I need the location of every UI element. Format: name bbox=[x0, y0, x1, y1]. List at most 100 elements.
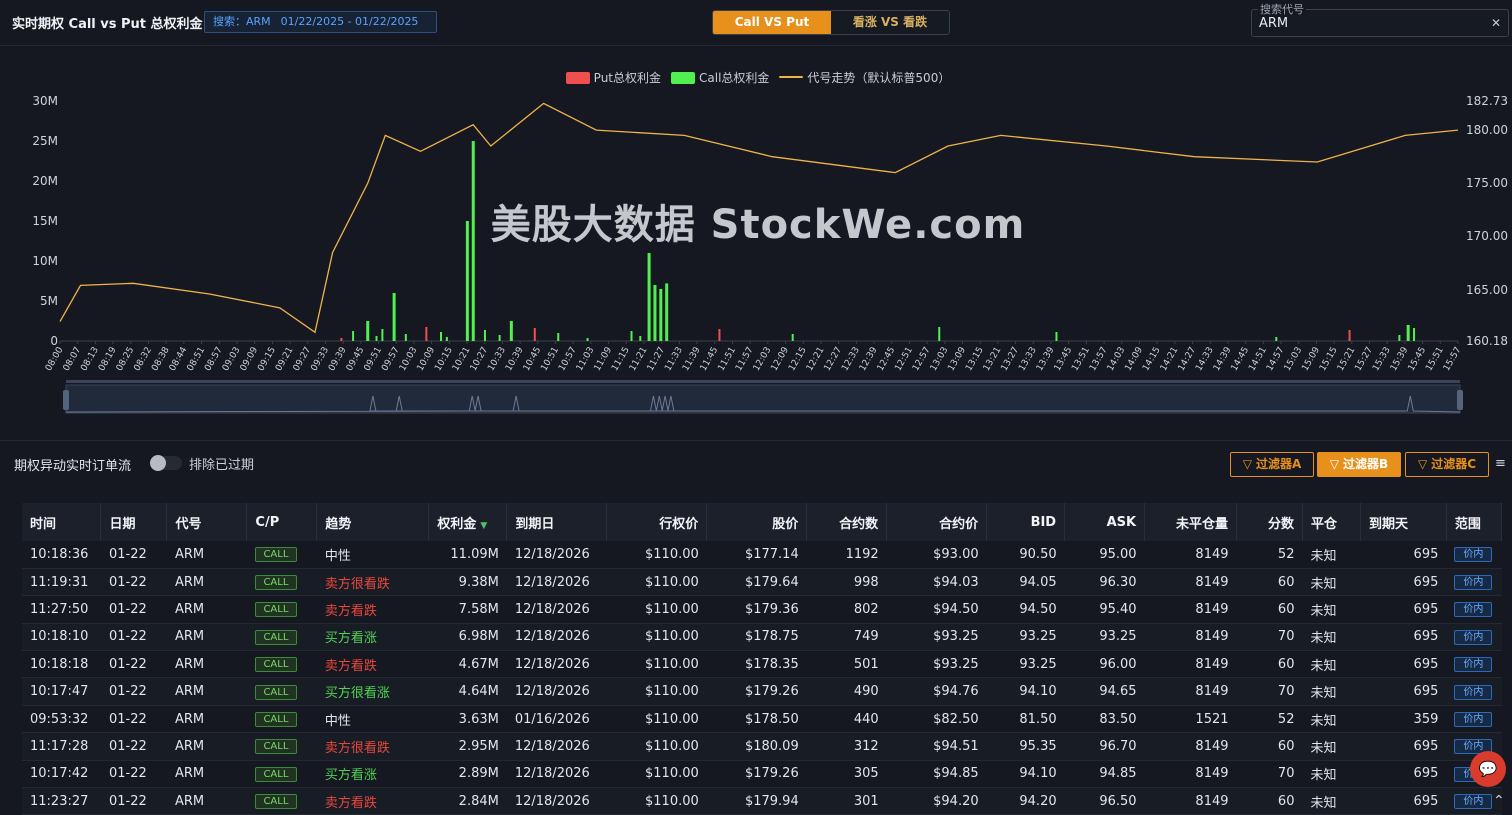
sort-desc-icon[interactable]: ▼ bbox=[480, 521, 487, 531]
table-cell: 卖方很看跌 bbox=[316, 568, 429, 597]
call-badge: CALL bbox=[254, 547, 297, 563]
legend-item-0[interactable]: Put总权利金 bbox=[565, 69, 662, 86]
zoom-handle-left bbox=[63, 390, 69, 410]
zoom-handle-right bbox=[1457, 390, 1463, 410]
legend-item-1[interactable]: Call总权利金 bbox=[671, 69, 769, 86]
table-cell: $94.20 bbox=[886, 787, 987, 815]
table-cell: 未知 bbox=[1302, 568, 1361, 597]
table-row[interactable]: 09:53:32 01-22 ARM CALL 中性 3.63M 01/16/2026 $11… bbox=[22, 705, 1502, 734]
table-cell: 11:27:50 bbox=[22, 595, 101, 624]
table-cell: 价内 bbox=[1446, 623, 1502, 652]
table-row[interactable]: 10:17:47 01-22 ARM CALL 买方很看涨 4.64M 12/18/2026… bbox=[22, 677, 1502, 706]
table-cell: 94.10 bbox=[986, 760, 1065, 789]
table-row[interactable]: 11:17:28 01-22 ARM CALL 卖方很看跌 2.95M 12/18/2026… bbox=[22, 732, 1502, 761]
table-cell: ARM bbox=[166, 760, 247, 789]
column-header[interactable]: C/P bbox=[246, 503, 318, 541]
call-premium-bar bbox=[404, 334, 407, 341]
call-badge: CALL bbox=[254, 684, 297, 700]
table-cell: 695 bbox=[1360, 595, 1447, 624]
column-header[interactable]: 未平仓量 bbox=[1144, 503, 1238, 541]
column-header[interactable]: 时间 bbox=[22, 503, 102, 541]
table-cell: 96.00 bbox=[1064, 650, 1145, 679]
table-cell: 998 bbox=[806, 568, 887, 597]
table-cell: 6.98M bbox=[428, 623, 507, 652]
table-cell: 695 bbox=[1360, 541, 1447, 569]
table-row[interactable]: 11:19:31 01-22 ARM CALL 卖方很看跌 9.38M 12/18/2026… bbox=[22, 568, 1502, 597]
table-cell: CALL bbox=[246, 787, 317, 815]
table-cell: $177.14 bbox=[706, 541, 807, 569]
y-left-tick-label: 10M bbox=[32, 254, 58, 268]
table-row[interactable]: 10:17:42 01-22 ARM CALL 买方看涨 2.89M 12/18/2026 $… bbox=[22, 760, 1502, 789]
call-premium-bar bbox=[653, 285, 657, 341]
table-cell: 2.84M bbox=[428, 787, 507, 815]
table-cell: $110.00 bbox=[606, 677, 707, 706]
call-premium-bar bbox=[483, 330, 486, 341]
table-cell: 8149 bbox=[1144, 677, 1237, 706]
chat-icon[interactable]: 💬 bbox=[1470, 751, 1506, 787]
table-cell: 94.85 bbox=[1064, 760, 1145, 789]
column-header[interactable]: 行权价 bbox=[606, 503, 708, 541]
table-cell: 未知 bbox=[1302, 650, 1361, 679]
call-badge: CALL bbox=[254, 629, 297, 645]
table-row[interactable]: 10:18:10 01-22 ARM CALL 买方看涨 6.98M 12/18/2026 $… bbox=[22, 623, 1502, 652]
table-cell: 12/18/2026 bbox=[506, 595, 607, 624]
tab-bull-vs-bear[interactable]: 看涨 VS 看跌 bbox=[831, 11, 949, 34]
table-cell: 90.50 bbox=[986, 541, 1065, 569]
table-cell: 中性 bbox=[316, 541, 429, 569]
table-cell: 8149 bbox=[1144, 760, 1237, 789]
column-header[interactable]: 趋势 bbox=[316, 503, 430, 541]
column-header[interactable]: 合约数 bbox=[806, 503, 888, 541]
column-header[interactable]: 合约价 bbox=[886, 503, 988, 541]
call-premium-bar bbox=[791, 334, 794, 341]
column-header[interactable]: ASK bbox=[1064, 503, 1146, 541]
table-cell: 未知 bbox=[1302, 705, 1361, 734]
table-row[interactable]: 11:23:27 01-22 ARM CALL 卖方看跌 2.84M 12/18/2026 $… bbox=[22, 787, 1502, 815]
filter-b-button[interactable]: ▽ 过滤器B bbox=[1317, 452, 1401, 477]
column-header[interactable]: 分数 bbox=[1236, 503, 1303, 541]
table-row[interactable]: 11:27:50 01-22 ARM CALL 卖方看跌 7.58M 12/18/2026 $… bbox=[22, 595, 1502, 624]
filter-a-button[interactable]: ▽ 过滤器A bbox=[1230, 452, 1314, 477]
legend-item-2[interactable]: 代号走势（默认标普500） bbox=[779, 69, 950, 86]
column-header[interactable]: 日期 bbox=[100, 503, 168, 541]
y-right-tick-label: 165.00 bbox=[1466, 282, 1508, 297]
table-cell: 93.25 bbox=[1064, 623, 1145, 652]
legend-swatch bbox=[671, 72, 696, 84]
table-cell: 52 bbox=[1236, 705, 1303, 734]
column-header[interactable]: BID bbox=[986, 503, 1066, 541]
search-input[interactable]: ARM bbox=[1259, 16, 1288, 31]
symbol-search-field[interactable]: 搜索代号 ARM ✕ bbox=[1251, 1, 1509, 37]
table-cell: 01-22 bbox=[100, 623, 167, 652]
table-cell: 802 bbox=[806, 595, 887, 624]
call-premium-bar bbox=[498, 335, 501, 341]
table-cell: $110.00 bbox=[606, 705, 707, 734]
tab-call-vs-put[interactable]: Call VS Put bbox=[713, 11, 831, 34]
table-row[interactable]: 10:18:36 01-22 ARM CALL 中性 11.09M 12/18/2026 $1… bbox=[22, 541, 1502, 569]
table-cell: 93.25 bbox=[986, 623, 1065, 652]
table-cell: 60 bbox=[1236, 787, 1303, 815]
column-header[interactable]: 范围 bbox=[1446, 503, 1503, 541]
table-cell: 未知 bbox=[1302, 623, 1361, 652]
call-premium-bar bbox=[659, 289, 663, 341]
close-icon[interactable]: ✕ bbox=[1491, 16, 1501, 30]
column-header[interactable]: 到期天 bbox=[1360, 503, 1447, 541]
chevron-up-icon[interactable]: ⌃ bbox=[1493, 793, 1505, 809]
table-cell: 价内 bbox=[1446, 541, 1502, 569]
legend-label: Put总权利金 bbox=[593, 71, 662, 85]
table-cell: 价内 bbox=[1446, 595, 1502, 624]
column-header[interactable]: 权利金 ▼ bbox=[428, 503, 508, 541]
put-premium-bar bbox=[1348, 330, 1351, 341]
exclude-expired-toggle[interactable] bbox=[150, 455, 182, 471]
column-header[interactable]: 平仓 bbox=[1302, 503, 1361, 541]
table-cell: 301 bbox=[806, 787, 887, 815]
column-header[interactable]: 代号 bbox=[166, 503, 248, 541]
table-row[interactable]: 10:18:18 01-22 ARM CALL 卖方看跌 4.67M 12/18/2026 $… bbox=[22, 650, 1502, 679]
column-header[interactable]: 到期日 bbox=[506, 503, 608, 541]
column-header[interactable]: 股价 bbox=[706, 503, 808, 541]
table-cell: ARM bbox=[166, 568, 247, 597]
filter-c-button[interactable]: ▽ 过滤器C bbox=[1405, 452, 1489, 477]
filter-icon: ▽ bbox=[1242, 457, 1252, 471]
range-badge: 价内 bbox=[1454, 629, 1493, 645]
table-cell: 94.50 bbox=[986, 595, 1065, 624]
y-left-tick-label: 0 bbox=[50, 334, 58, 348]
menu-icon[interactable]: ≡ bbox=[1495, 456, 1506, 471]
